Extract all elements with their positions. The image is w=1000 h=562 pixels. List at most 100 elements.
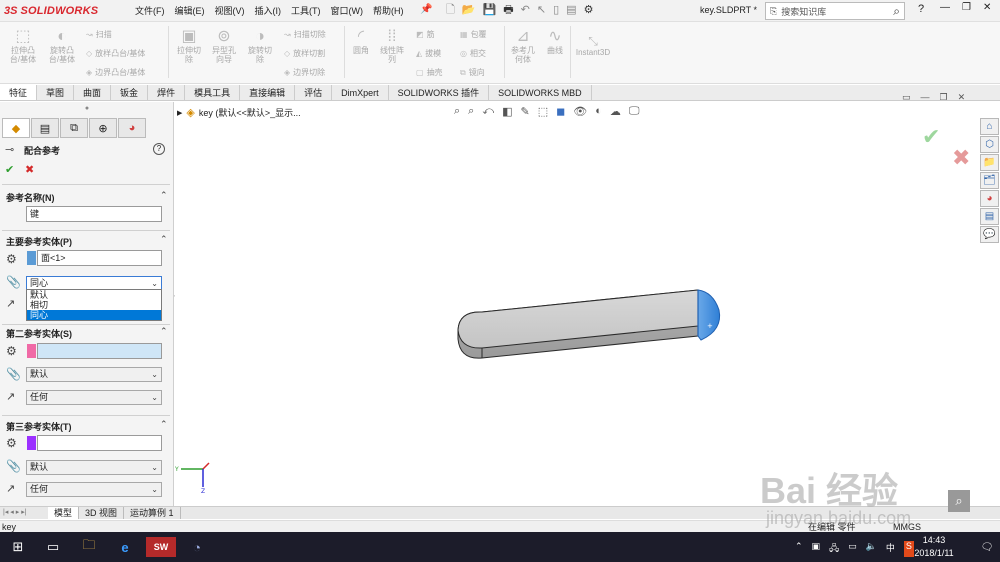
- doc-close-icon[interactable]: ✕: [958, 92, 966, 103]
- collapse-primary-icon[interactable]: ⌃: [160, 234, 168, 245]
- dimxpert-manager-tab-icon[interactable]: ⊕: [89, 118, 117, 138]
- tab-scroll-arrows-icon[interactable]: |◂ ◂ ▸ ▸|: [0, 507, 48, 519]
- app-taskbar-icon[interactable]: ◔: [186, 537, 208, 557]
- secondary-alignment-select[interactable]: 任何 ⌄: [26, 390, 162, 405]
- menu-window[interactable]: 窗口(W): [326, 4, 369, 18]
- view-orientation-icon[interactable]: ⬚: [538, 105, 548, 118]
- save-icon[interactable]: 💾: [483, 3, 497, 18]
- confirmation-corner-cancel-icon[interactable]: ✖: [952, 145, 970, 171]
- open-icon[interactable]: 📂: [462, 3, 476, 18]
- configuration-manager-tab-icon[interactable]: ⧉: [60, 118, 88, 138]
- tab-evaluate[interactable]: 评估: [295, 85, 333, 100]
- doc-minimize-icon[interactable]: —: [921, 92, 930, 103]
- design-library-icon[interactable]: 📁: [980, 154, 999, 171]
- secondary-entity-field[interactable]: [37, 343, 162, 359]
- mate-option-concentric[interactable]: 同心: [27, 310, 161, 320]
- boundary-cut-button[interactable]: ◈ 边界切除: [284, 68, 325, 78]
- tertiary-mate-type-select[interactable]: 默认 ⌄: [26, 460, 162, 475]
- ok-check-icon[interactable]: ✔: [5, 163, 14, 176]
- viewport-layout-icon[interactable]: ▭: [902, 92, 911, 103]
- undo-icon[interactable]: ↶: [521, 3, 530, 18]
- cancel-x-icon[interactable]: ✖: [25, 163, 34, 176]
- tertiary-entity-field[interactable]: [37, 435, 162, 451]
- custom-properties-icon[interactable]: ▤: [980, 208, 999, 225]
- tray-expand-icon[interactable]: ⌃: [795, 541, 803, 557]
- tab-motion-study[interactable]: 运动算例 1: [124, 507, 181, 519]
- extrude-cut-button[interactable]: ▣ 拉伸切 除: [174, 28, 204, 64]
- collapse-secondary-icon[interactable]: ⌃: [160, 326, 168, 337]
- help-button[interactable]: ?: [918, 3, 924, 15]
- search-icon[interactable]: ⌕: [893, 4, 900, 19]
- edit-appearance-icon[interactable]: ◐: [595, 105, 602, 118]
- feature-manager-tab-icon[interactable]: ◆: [2, 118, 30, 138]
- panel-drag-handle[interactable]: ●: [0, 102, 174, 115]
- reference-name-input[interactable]: 键: [26, 206, 162, 222]
- revolve-cut-button[interactable]: ◑ 旋转切 除: [244, 28, 276, 64]
- options-gear-icon[interactable]: ⚙: [584, 3, 594, 18]
- edge-browser-icon[interactable]: e: [114, 537, 136, 557]
- knowledge-search-box[interactable]: ⎘ 搜索知识库 ⌕: [765, 2, 905, 20]
- tab-solidworks-addins[interactable]: SOLIDWORKS 插件: [389, 85, 490, 100]
- mirror-button[interactable]: ⧉ 镜向: [460, 68, 485, 78]
- tab-weldments[interactable]: 焊件: [148, 85, 186, 100]
- forum-icon[interactable]: 💬: [980, 226, 999, 243]
- tab-sketch[interactable]: 草图: [37, 85, 75, 100]
- display-manager-tab-icon[interactable]: ◕: [118, 118, 146, 138]
- section-view-icon[interactable]: ◧: [502, 105, 512, 118]
- task-view-icon[interactable]: ▭: [42, 537, 64, 557]
- view-settings-icon[interactable]: 🖵: [629, 105, 640, 118]
- zoom-to-area-icon[interactable]: ⌕: [468, 105, 474, 118]
- tab-mold-tools[interactable]: 模具工具: [185, 85, 241, 100]
- print-icon[interactable]: 🖶: [503, 3, 513, 18]
- file-properties-icon[interactable]: ▤: [566, 3, 576, 18]
- tertiary-alignment-select[interactable]: 任何 ⌄: [26, 482, 162, 497]
- sweep-cut-button[interactable]: ↝ 扫描切除: [284, 30, 326, 40]
- hole-wizard-button[interactable]: ⊚ 异型孔 向导: [208, 28, 240, 64]
- display-style-icon[interactable]: ◼: [556, 105, 565, 118]
- panel-help-icon[interactable]: ?: [153, 143, 165, 155]
- secondary-mate-type-select[interactable]: 默认 ⌄: [26, 367, 162, 382]
- property-manager-tab-icon[interactable]: ▤: [31, 118, 59, 138]
- boundary-boss-button[interactable]: ◈ 边界凸台/基体: [86, 68, 145, 78]
- revolve-boss-button[interactable]: ◐ 旋转凸 台/基体: [44, 28, 80, 64]
- primary-entity-field[interactable]: 面<1>: [37, 250, 162, 266]
- minimize-icon[interactable]: —: [940, 2, 950, 13]
- menu-view[interactable]: 视图(V): [210, 4, 250, 18]
- instant3d-button[interactable]: ⤡ Instant3D: [572, 34, 614, 57]
- zoom-to-fit-icon[interactable]: ⌕: [454, 105, 460, 118]
- restore-icon[interactable]: ❐: [962, 2, 971, 13]
- solidworks-taskbar-icon[interactable]: SW: [146, 537, 176, 557]
- loft-cut-button[interactable]: ◇ 放样切割: [284, 49, 325, 59]
- hide-show-items-icon[interactable]: 👁: [573, 105, 587, 118]
- file-explorer-icon[interactable]: 🗂: [980, 172, 999, 189]
- tray-app-icon[interactable]: ▣: [812, 541, 821, 557]
- curves-button[interactable]: ∿ 曲线: [542, 28, 568, 55]
- tab-dimxpert[interactable]: DimXpert: [332, 85, 389, 100]
- select-icon[interactable]: ↖: [537, 3, 546, 18]
- battery-icon[interactable]: ▭: [848, 541, 857, 557]
- tab-direct-editing[interactable]: 直接编辑: [240, 85, 296, 100]
- menu-edit[interactable]: 编辑(E): [170, 4, 210, 18]
- doc-restore-icon[interactable]: ❐: [940, 92, 948, 103]
- mate-option-default[interactable]: 默认: [27, 290, 161, 300]
- resources-icon[interactable]: ⬡: [980, 136, 999, 153]
- draft-button[interactable]: ◭ 拔模: [416, 49, 441, 59]
- appearances-icon[interactable]: ◕: [980, 190, 999, 207]
- home-icon[interactable]: ⌂: [980, 118, 999, 135]
- sweep-button[interactable]: ↝ 扫描: [86, 30, 112, 40]
- rebuild-icon[interactable]: ▯: [553, 3, 559, 18]
- fillet-button[interactable]: ◜ 圆角: [348, 28, 374, 55]
- extrude-boss-button[interactable]: ⬚ 拉伸凸 台/基体: [6, 28, 40, 64]
- intersect-button[interactable]: ◎ 相交: [460, 49, 486, 59]
- windows-start-icon[interactable]: ⊞: [8, 537, 28, 557]
- menu-help[interactable]: 帮助(H): [368, 4, 409, 18]
- expand-tree-icon[interactable]: ▶: [177, 109, 182, 117]
- linear-pattern-button[interactable]: ⁞⁞ 线性阵 列: [376, 28, 408, 64]
- menu-tools[interactable]: 工具(T): [286, 4, 326, 18]
- ime-indicator[interactable]: 中: [886, 541, 895, 557]
- mate-option-tangent[interactable]: 相切: [27, 300, 161, 310]
- system-clock[interactable]: 14:43 2018/1/11: [912, 534, 956, 560]
- shell-button[interactable]: ▢ 抽壳: [416, 68, 443, 78]
- tab-model[interactable]: 模型: [48, 507, 80, 519]
- file-explorer-taskbar-icon[interactable]: 🗀: [78, 537, 100, 557]
